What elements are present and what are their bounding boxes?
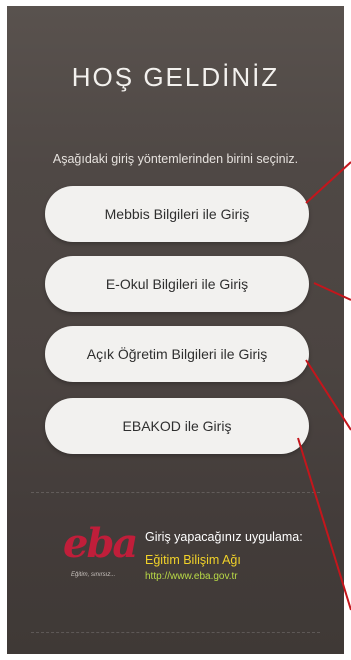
login-panel: HOŞ GELDİNİZ Aşağıdaki giriş yöntemlerin… xyxy=(7,6,344,654)
footer-divider-top xyxy=(31,492,320,493)
eba-logo: eba Eğitim, sınırsız... xyxy=(63,520,141,586)
instruction-text: Aşağıdaki giriş yöntemlerinden birini se… xyxy=(52,152,299,166)
app-name: Eğitim Bilişim Ağı xyxy=(145,553,241,567)
eba-logo-wordmark: eba xyxy=(63,520,138,567)
eba-logo-tagline: Eğitim, sınırsız... xyxy=(71,572,116,578)
eokul-login-button[interactable]: E-Okul Bilgileri ile Giriş xyxy=(45,256,309,312)
mebbis-login-button[interactable]: Mebbis Bilgileri ile Giriş xyxy=(45,186,309,242)
footer-divider-bottom xyxy=(31,632,320,633)
app-label: Giriş yapacağınız uygulama: xyxy=(145,530,303,544)
app-info: Giriş yapacağınız uygulama: Eğitim Biliş… xyxy=(145,530,303,582)
acik-ogretim-login-button[interactable]: Açık Öğretim Bilgileri ile Giriş xyxy=(45,326,309,382)
ebakod-login-button[interactable]: EBAKOD ile Giriş xyxy=(45,398,309,454)
page-title: HOŞ GELDİNİZ xyxy=(71,62,280,92)
app-url-link[interactable]: http://www.eba.gov.tr xyxy=(145,571,303,582)
